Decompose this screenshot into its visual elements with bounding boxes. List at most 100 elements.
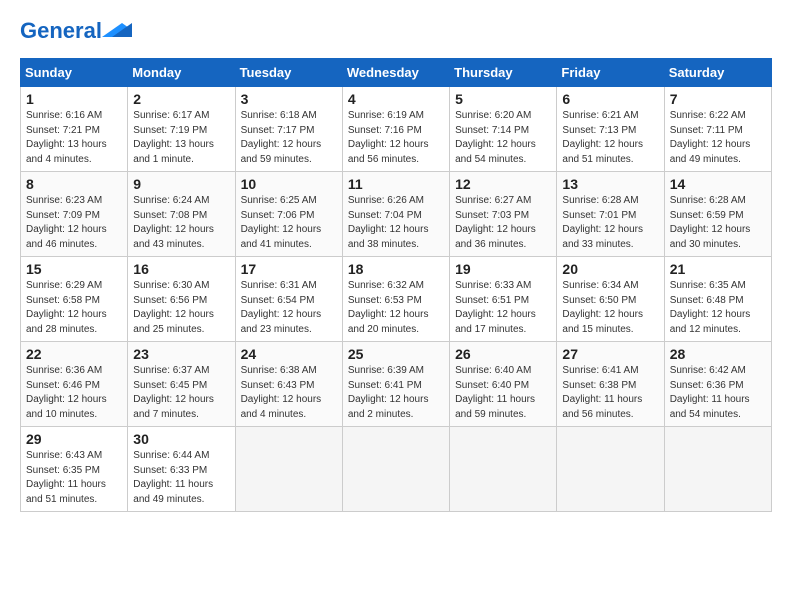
day-number: 4 [348,91,444,107]
day-number: 8 [26,176,122,192]
day-info: Sunrise: 6:41 AM Sunset: 6:38 PM Dayligh… [562,364,658,422]
day-number: 16 [133,261,229,277]
day-number: 7 [670,91,766,107]
col-header-thursday: Thursday [450,59,557,87]
calendar-table: SundayMondayTuesdayWednesdayThursdayFrid… [20,58,772,512]
col-header-monday: Monday [128,59,235,87]
day-info: Sunrise: 6:38 AM Sunset: 6:43 PM Dayligh… [241,364,337,422]
calendar-cell: 27 Sunrise: 6:41 AM Sunset: 6:38 PM Dayli… [557,342,664,427]
day-number: 2 [133,91,229,107]
day-info: Sunrise: 6:17 AM Sunset: 7:19 PM Dayligh… [133,109,229,167]
day-number: 27 [562,346,658,362]
day-number: 20 [562,261,658,277]
calendar-cell: 3 Sunrise: 6:18 AM Sunset: 7:17 PM Daylig… [235,87,342,172]
day-number: 22 [26,346,122,362]
day-number: 17 [241,261,337,277]
calendar-cell: 29 Sunrise: 6:43 AM Sunset: 6:35 PM Dayli… [21,427,128,512]
day-number: 21 [670,261,766,277]
day-info: Sunrise: 6:43 AM Sunset: 6:35 PM Dayligh… [26,449,122,507]
calendar-cell: 8 Sunrise: 6:23 AM Sunset: 7:09 PM Daylig… [21,172,128,257]
calendar-cell: 6 Sunrise: 6:21 AM Sunset: 7:13 PM Daylig… [557,87,664,172]
col-header-friday: Friday [557,59,664,87]
calendar-cell: 24 Sunrise: 6:38 AM Sunset: 6:43 PM Dayli… [235,342,342,427]
calendar-cell: 4 Sunrise: 6:19 AM Sunset: 7:16 PM Daylig… [342,87,449,172]
calendar-cell [235,427,342,512]
calendar-cell: 21 Sunrise: 6:35 AM Sunset: 6:48 PM Dayli… [664,257,771,342]
calendar-cell [664,427,771,512]
day-info: Sunrise: 6:33 AM Sunset: 6:51 PM Dayligh… [455,279,551,337]
day-number: 14 [670,176,766,192]
day-number: 12 [455,176,551,192]
day-number: 6 [562,91,658,107]
day-info: Sunrise: 6:42 AM Sunset: 6:36 PM Dayligh… [670,364,766,422]
calendar-cell: 22 Sunrise: 6:36 AM Sunset: 6:46 PM Dayli… [21,342,128,427]
calendar-cell: 23 Sunrise: 6:37 AM Sunset: 6:45 PM Dayli… [128,342,235,427]
day-number: 25 [348,346,444,362]
calendar-cell: 11 Sunrise: 6:26 AM Sunset: 7:04 PM Dayli… [342,172,449,257]
day-info: Sunrise: 6:23 AM Sunset: 7:09 PM Dayligh… [26,194,122,252]
day-info: Sunrise: 6:28 AM Sunset: 7:01 PM Dayligh… [562,194,658,252]
day-number: 11 [348,176,444,192]
day-info: Sunrise: 6:16 AM Sunset: 7:21 PM Dayligh… [26,109,122,167]
logo: General [20,20,132,42]
day-number: 1 [26,91,122,107]
day-number: 10 [241,176,337,192]
day-info: Sunrise: 6:39 AM Sunset: 6:41 PM Dayligh… [348,364,444,422]
calendar-cell: 12 Sunrise: 6:27 AM Sunset: 7:03 PM Dayli… [450,172,557,257]
day-info: Sunrise: 6:36 AM Sunset: 6:46 PM Dayligh… [26,364,122,422]
day-info: Sunrise: 6:18 AM Sunset: 7:17 PM Dayligh… [241,109,337,167]
day-info: Sunrise: 6:25 AM Sunset: 7:06 PM Dayligh… [241,194,337,252]
day-number: 26 [455,346,551,362]
calendar-cell: 26 Sunrise: 6:40 AM Sunset: 6:40 PM Dayli… [450,342,557,427]
day-number: 30 [133,431,229,447]
day-number: 3 [241,91,337,107]
calendar-cell: 16 Sunrise: 6:30 AM Sunset: 6:56 PM Dayli… [128,257,235,342]
calendar-cell [342,427,449,512]
page-header: General [20,20,772,42]
day-number: 19 [455,261,551,277]
calendar-cell: 30 Sunrise: 6:44 AM Sunset: 6:33 PM Dayli… [128,427,235,512]
calendar-cell: 25 Sunrise: 6:39 AM Sunset: 6:41 PM Dayli… [342,342,449,427]
calendar-cell: 19 Sunrise: 6:33 AM Sunset: 6:51 PM Dayli… [450,257,557,342]
day-info: Sunrise: 6:34 AM Sunset: 6:50 PM Dayligh… [562,279,658,337]
day-number: 23 [133,346,229,362]
logo-text: General [20,20,102,42]
day-info: Sunrise: 6:40 AM Sunset: 6:40 PM Dayligh… [455,364,551,422]
calendar-cell: 9 Sunrise: 6:24 AM Sunset: 7:08 PM Daylig… [128,172,235,257]
col-header-wednesday: Wednesday [342,59,449,87]
day-info: Sunrise: 6:24 AM Sunset: 7:08 PM Dayligh… [133,194,229,252]
calendar-cell: 7 Sunrise: 6:22 AM Sunset: 7:11 PM Daylig… [664,87,771,172]
day-number: 13 [562,176,658,192]
day-number: 28 [670,346,766,362]
day-number: 15 [26,261,122,277]
day-info: Sunrise: 6:31 AM Sunset: 6:54 PM Dayligh… [241,279,337,337]
day-info: Sunrise: 6:44 AM Sunset: 6:33 PM Dayligh… [133,449,229,507]
day-number: 29 [26,431,122,447]
day-number: 5 [455,91,551,107]
calendar-cell: 10 Sunrise: 6:25 AM Sunset: 7:06 PM Dayli… [235,172,342,257]
day-info: Sunrise: 6:20 AM Sunset: 7:14 PM Dayligh… [455,109,551,167]
day-number: 18 [348,261,444,277]
day-info: Sunrise: 6:26 AM Sunset: 7:04 PM Dayligh… [348,194,444,252]
col-header-saturday: Saturday [664,59,771,87]
day-info: Sunrise: 6:37 AM Sunset: 6:45 PM Dayligh… [133,364,229,422]
day-info: Sunrise: 6:27 AM Sunset: 7:03 PM Dayligh… [455,194,551,252]
day-info: Sunrise: 6:21 AM Sunset: 7:13 PM Dayligh… [562,109,658,167]
calendar-cell: 28 Sunrise: 6:42 AM Sunset: 6:36 PM Dayli… [664,342,771,427]
day-info: Sunrise: 6:19 AM Sunset: 7:16 PM Dayligh… [348,109,444,167]
calendar-cell: 13 Sunrise: 6:28 AM Sunset: 7:01 PM Dayli… [557,172,664,257]
day-info: Sunrise: 6:30 AM Sunset: 6:56 PM Dayligh… [133,279,229,337]
calendar-cell [450,427,557,512]
calendar-cell [557,427,664,512]
logo-icon [102,23,132,37]
calendar-cell: 14Sunrise: 6:28 AM Sunset: 6:59 PM Dayli… [664,172,771,257]
calendar-cell: 5 Sunrise: 6:20 AM Sunset: 7:14 PM Daylig… [450,87,557,172]
col-header-sunday: Sunday [21,59,128,87]
day-number: 9 [133,176,229,192]
day-info: Sunrise: 6:35 AM Sunset: 6:48 PM Dayligh… [670,279,766,337]
day-number: 24 [241,346,337,362]
day-info: Sunrise: 6:22 AM Sunset: 7:11 PM Dayligh… [670,109,766,167]
day-info: Sunrise: 6:32 AM Sunset: 6:53 PM Dayligh… [348,279,444,337]
day-info: Sunrise: 6:29 AM Sunset: 6:58 PM Dayligh… [26,279,122,337]
calendar-cell: 20 Sunrise: 6:34 AM Sunset: 6:50 PM Dayli… [557,257,664,342]
